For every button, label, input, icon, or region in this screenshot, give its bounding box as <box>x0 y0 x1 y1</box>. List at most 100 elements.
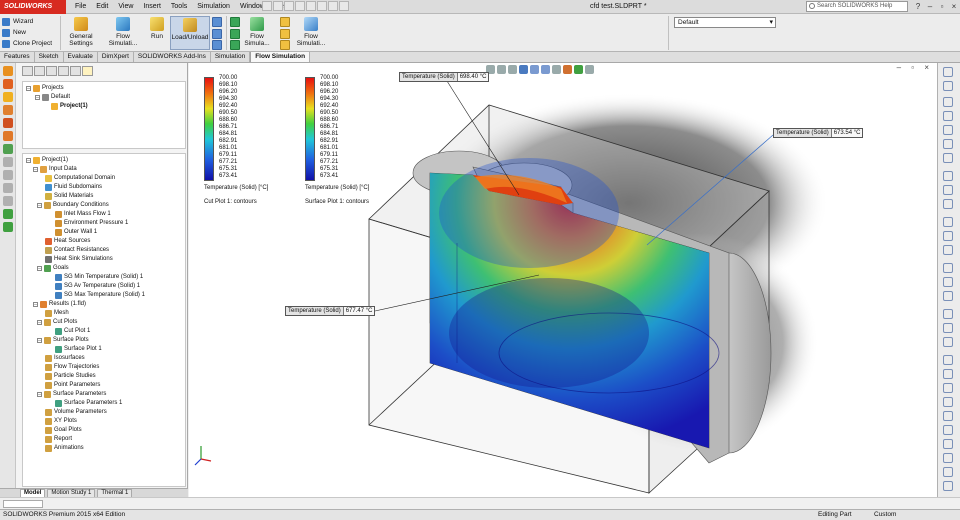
collapse-icon[interactable]: – <box>37 392 42 397</box>
wrap-icon[interactable] <box>943 411 953 421</box>
menu-edit[interactable]: Edit <box>91 0 113 14</box>
arc-icon[interactable] <box>943 139 953 149</box>
shell-icon[interactable] <box>943 369 953 379</box>
collapse-icon[interactable]: – <box>37 338 42 343</box>
status-units[interactable]: Custom <box>874 510 896 520</box>
home-icon[interactable] <box>943 67 953 77</box>
tree-node-goal-plots[interactable]: Goal Plots <box>45 426 82 435</box>
property-manager-tab[interactable] <box>34 66 45 76</box>
sketch-line-icon[interactable] <box>943 97 953 107</box>
graphics-area[interactable]: – ▫ × 700.00 698.10 696.20 694.30 692.40… <box>189 63 937 497</box>
flow-trajectories-icon[interactable] <box>212 40 222 50</box>
hide-show-icon[interactable] <box>552 65 561 74</box>
tab-dimxpert[interactable]: DimXpert <box>98 52 134 62</box>
menu-simulation[interactable]: Simulation <box>192 0 235 14</box>
offset-icon[interactable] <box>943 199 953 209</box>
mesh-icon[interactable] <box>3 170 13 180</box>
open-icon[interactable] <box>273 1 283 11</box>
tree-node-heat-sink-simulations[interactable]: Heat Sink Simulations <box>45 255 113 264</box>
tree-node-flow-trajectories[interactable]: Flow Trajectories <box>45 363 99 372</box>
temperature-probe-inner[interactable]: Temperature (Solid) 677.47 °C <box>285 306 375 316</box>
tree-node-surface-parameters-1[interactable]: Surface Parameters 1 <box>55 399 122 408</box>
tree-node-project[interactable]: Project(1) <box>51 102 88 111</box>
menu-tools[interactable]: Tools <box>166 0 192 14</box>
wizard-button[interactable]: Wizard <box>2 16 52 27</box>
tab-addins[interactable]: SOLIDWORKS Add-Ins <box>134 52 211 62</box>
custom-properties-icon[interactable] <box>943 245 953 255</box>
help-icon[interactable]: ? <box>912 1 924 12</box>
tree-node-mesh[interactable]: Mesh <box>45 309 69 318</box>
zoom-to-area-icon[interactable] <box>497 65 506 74</box>
chamfer-icon[interactable] <box>943 337 953 347</box>
goal-icon[interactable] <box>280 17 290 27</box>
tree-node-outer-wall[interactable]: Outer Wall 1 <box>55 228 97 237</box>
reference-geometry-icon[interactable] <box>943 439 953 449</box>
select-icon[interactable] <box>317 1 327 11</box>
fluid-subdomain-icon[interactable] <box>230 29 240 39</box>
plot-icon[interactable] <box>3 144 13 154</box>
results-icon[interactable] <box>3 131 13 141</box>
tree-node-goal-av[interactable]: SG Av Temperature (Solid) 1 <box>55 282 140 291</box>
tree-node-inlet-mass-flow[interactable]: Inlet Mass Flow 1 <box>55 210 111 219</box>
clone-project-button[interactable]: Clone Project <box>2 38 52 49</box>
rectangle-icon[interactable] <box>943 111 953 121</box>
edit-appearance-icon[interactable] <box>563 65 572 74</box>
configuration-select[interactable]: Default <box>674 17 776 28</box>
previous-view-icon[interactable] <box>508 65 517 74</box>
new-document-icon[interactable] <box>262 1 272 11</box>
heat-source-icon[interactable] <box>280 29 290 39</box>
save-icon[interactable] <box>284 1 294 11</box>
view-settings-icon[interactable] <box>585 65 594 74</box>
wizard-icon[interactable] <box>3 92 13 102</box>
flow-simulation-menu-1[interactable]: Flow Simulati... <box>106 16 140 50</box>
display-style-icon[interactable] <box>541 65 550 74</box>
tree-node-goal-max[interactable]: SG Max Temperature (Solid) 1 <box>55 291 145 300</box>
collapse-icon[interactable]: – <box>37 320 42 325</box>
rib-icon[interactable] <box>943 383 953 393</box>
restore-window-button[interactable]: ▫ <box>936 1 948 12</box>
tree-node-volume-parameters[interactable]: Volume Parameters <box>45 408 107 417</box>
tree-node-animations[interactable]: Animations <box>45 444 84 453</box>
solid-material-icon[interactable] <box>280 40 290 50</box>
clone-icon[interactable] <box>3 105 13 115</box>
tree-node-environment-pressure[interactable]: Environment Pressure 1 <box>55 219 128 228</box>
settings-icon[interactable] <box>3 157 13 167</box>
collapse-icon[interactable]: – <box>26 86 31 91</box>
menu-insert[interactable]: Insert <box>138 0 166 14</box>
tree-node-fluid-subdomains[interactable]: Fluid Subdomains <box>45 183 102 192</box>
pattern-icon[interactable] <box>943 355 953 365</box>
calculator-icon[interactable] <box>3 209 13 219</box>
print-icon[interactable] <box>295 1 305 11</box>
collapse-icon[interactable]: – <box>26 158 31 163</box>
tree-node-cut-plot-1[interactable]: Cut Plot 1 <box>55 327 90 336</box>
tree-node-particle-studies[interactable]: Particle Studies <box>45 372 96 381</box>
collapse-icon[interactable]: – <box>37 203 42 208</box>
resources-icon[interactable] <box>943 81 953 91</box>
tree-node-point-parameters[interactable]: Point Parameters <box>45 381 100 390</box>
flow-simulation-menu-3[interactable]: Flow Simulati... <box>294 16 328 50</box>
report-icon[interactable] <box>3 183 13 193</box>
curves-icon[interactable] <box>943 453 953 463</box>
tab-evaluate[interactable]: Evaluate <box>64 52 98 62</box>
part-icon[interactable] <box>3 66 13 76</box>
fillet-icon[interactable] <box>943 323 953 333</box>
boundary-condition-icon[interactable] <box>230 40 240 50</box>
spline-icon[interactable] <box>943 153 953 163</box>
tree-node-cut-plots[interactable]: –Cut Plots <box>37 318 77 327</box>
viewport-window-controls[interactable]: – ▫ × <box>897 63 933 72</box>
draft-icon[interactable] <box>943 397 953 407</box>
flow-simulation-menu-2[interactable]: Flow Simula... <box>240 16 274 50</box>
collapse-icon[interactable]: – <box>37 266 42 271</box>
minimize-window-button[interactable]: – <box>924 1 936 12</box>
tree-node-projects[interactable]: –Projects <box>26 84 64 93</box>
tab-flow-simulation[interactable]: Flow Simulation <box>250 52 310 62</box>
cut-plot-icon[interactable] <box>212 17 222 27</box>
tree-node-surface-plot-1[interactable]: Surface Plot 1 <box>55 345 102 354</box>
collapse-icon[interactable]: – <box>35 95 40 100</box>
collapse-icon[interactable]: – <box>33 302 38 307</box>
close-window-button[interactable]: × <box>948 1 960 12</box>
rebuild-icon[interactable] <box>328 1 338 11</box>
command-input[interactable] <box>3 500 43 508</box>
temperature-probe-surface[interactable]: Temperature (Solid) 673.54 °C <box>773 128 863 138</box>
tab-features[interactable]: Features <box>0 52 35 62</box>
